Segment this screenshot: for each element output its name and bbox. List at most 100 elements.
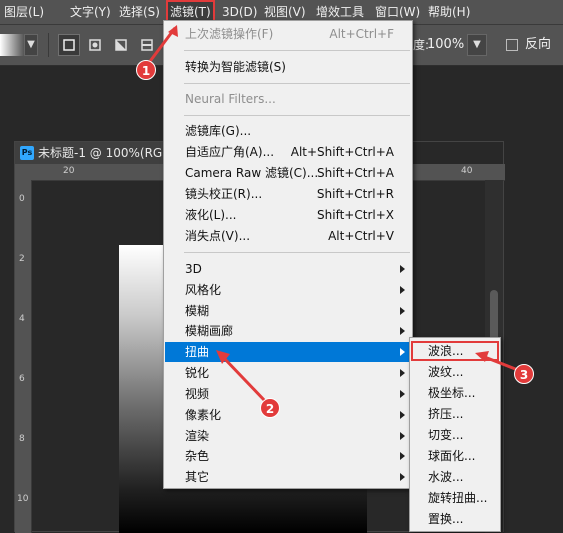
- callout-badge-3: 3: [514, 364, 534, 384]
- menu-select[interactable]: 选择(S): [115, 0, 164, 24]
- submenu-item-polar-coordinates[interactable]: 极坐标...: [411, 383, 499, 403]
- submenu-item-twirl[interactable]: 旋转扭曲...: [411, 488, 499, 508]
- ruler-label: 2: [19, 254, 25, 264]
- menu-item-sharpen[interactable]: 锐化: [165, 363, 411, 383]
- menu-help[interactable]: 帮助(H): [424, 0, 474, 24]
- submenu-item-label: 切变...: [428, 428, 464, 442]
- menu-item-label: 液化(L)...: [185, 208, 237, 222]
- menu-item-label: 3D: [185, 262, 202, 276]
- ruler-label: 40: [461, 166, 473, 176]
- menu-item-other[interactable]: 其它: [165, 467, 411, 487]
- menu-item-label: Neural Filters...: [185, 92, 276, 106]
- radial-gradient-button[interactable]: [84, 34, 106, 56]
- submenu-arrow-icon: [400, 307, 405, 315]
- callout-badge-2: 2: [260, 398, 280, 418]
- menu-item-label: 视频: [185, 387, 210, 401]
- gradient-dropdown-icon[interactable]: ▼: [24, 34, 38, 56]
- submenu-item-ripple[interactable]: 波纹...: [411, 362, 499, 382]
- menu-item-vanishing-point[interactable]: 消失点(V)... Alt+Ctrl+V: [165, 226, 411, 246]
- submenu-item-label: 极坐标...: [428, 386, 476, 400]
- menu-separator: [184, 115, 410, 116]
- ruler-label: 4: [19, 314, 25, 324]
- menu-item-label: 杂色: [185, 449, 210, 463]
- menu-item-noise[interactable]: 杂色: [165, 446, 411, 466]
- submenu-item-zigzag[interactable]: 水波...: [411, 467, 499, 487]
- divider: [48, 33, 49, 57]
- submenu-arrow-icon: [400, 265, 405, 273]
- linear-gradient-icon: [63, 39, 75, 51]
- menu-item-label: 其它: [185, 470, 210, 484]
- filter-menu: 上次滤镜操作(F) Alt+Ctrl+F 转换为智能滤镜(S) Neural F…: [163, 20, 413, 489]
- submenu-item-displace[interactable]: 置换...: [411, 509, 499, 529]
- ruler-label: 0: [19, 194, 25, 204]
- menu-item-label: 自适应广角(A)...: [185, 145, 275, 159]
- ruler-label: 8: [19, 434, 25, 444]
- menu-item-label: 扭曲: [185, 345, 210, 359]
- menu-item-lens-correction[interactable]: 镜头校正(R)... Shift+Ctrl+R: [165, 184, 411, 204]
- menu-item-3d[interactable]: 3D: [165, 259, 411, 279]
- menu-item-stylize[interactable]: 风格化: [165, 280, 411, 300]
- ruler-label: 6: [19, 374, 25, 384]
- submenu-arrow-icon: [400, 390, 405, 398]
- document-title: 未标题-1 @ 100%(RGB: [38, 146, 171, 160]
- menu-item-last-filter[interactable]: 上次滤镜操作(F) Alt+Ctrl+F: [165, 24, 411, 44]
- menu-item-shortcut: Alt+Ctrl+V: [328, 229, 394, 243]
- menu-item-render[interactable]: 渲染: [165, 426, 411, 446]
- menu-item-video[interactable]: 视频: [165, 384, 411, 404]
- submenu-item-shear[interactable]: 切变...: [411, 425, 499, 445]
- submenu-item-label: 球面化...: [428, 449, 476, 463]
- ruler-left: 0 2 4 6 8 10: [15, 180, 32, 533]
- menu-item-label: 风格化: [185, 283, 222, 297]
- opacity-dropdown-icon[interactable]: ▼: [467, 34, 487, 56]
- menu-item-distort[interactable]: 扭曲: [165, 342, 411, 362]
- ruler-label: 10: [17, 494, 29, 504]
- reflected-gradient-button[interactable]: [136, 34, 158, 56]
- gradient-swatch[interactable]: [0, 34, 24, 56]
- menu-item-camera-raw[interactable]: Camera Raw 滤镜(C)... Shift+Ctrl+A: [165, 163, 411, 183]
- menu-item-liquify[interactable]: 液化(L)... Shift+Ctrl+X: [165, 205, 411, 225]
- linear-gradient-button[interactable]: [58, 34, 80, 56]
- reverse-label: 反向: [525, 37, 552, 52]
- submenu-item-label: 置换...: [428, 512, 464, 526]
- document-tab[interactable]: Ps 未标题-1 @ 100%(RGB: [15, 142, 181, 164]
- angle-gradient-button[interactable]: [110, 34, 132, 56]
- callout-badge-1: 1: [136, 60, 156, 80]
- menu-item-shortcut: Alt+Shift+Ctrl+A: [290, 145, 394, 159]
- reverse-checkbox[interactable]: [506, 39, 518, 51]
- menu-item-label: 渲染: [185, 429, 210, 443]
- angle-gradient-icon: [115, 39, 127, 51]
- menu-type[interactable]: 文字(Y): [66, 0, 115, 24]
- opacity-input[interactable]: 100%: [427, 34, 465, 56]
- distort-submenu: 波浪... 波纹... 极坐标... 挤压... 切变... 球面化... 水波…: [409, 337, 501, 532]
- menu-item-pixelate[interactable]: 像素化: [165, 405, 411, 425]
- submenu-arrow-icon: [400, 411, 405, 419]
- submenu-item-wave[interactable]: 波浪...: [411, 341, 499, 361]
- menu-item-label: 上次滤镜操作(F): [185, 27, 274, 41]
- menu-item-label: 像素化: [185, 408, 222, 422]
- menu-item-filter-gallery[interactable]: 滤镜库(G)...: [165, 121, 411, 141]
- menu-item-label: 锐化: [185, 366, 210, 380]
- ruler-label: 20: [63, 166, 75, 176]
- menu-item-label: Camera Raw 滤镜(C)...: [185, 166, 319, 180]
- menu-item-label: 消失点(V)...: [185, 229, 251, 243]
- menu-layer[interactable]: 图层(L): [0, 0, 48, 24]
- menu-item-blur[interactable]: 模糊: [165, 301, 411, 321]
- menu-item-smart-filter[interactable]: 转换为智能滤镜(S): [165, 57, 411, 77]
- submenu-item-pinch[interactable]: 挤压...: [411, 404, 499, 424]
- menu-item-neural-filters[interactable]: Neural Filters...: [165, 89, 411, 109]
- menu-item-shortcut: Alt+Ctrl+F: [329, 27, 394, 41]
- submenu-arrow-icon: [400, 348, 405, 356]
- menu-item-shortcut: Shift+Ctrl+A: [317, 166, 394, 180]
- menu-item-label: 转换为智能滤镜(S): [185, 60, 286, 74]
- menu-item-shortcut: Shift+Ctrl+X: [317, 208, 394, 222]
- reflected-gradient-icon: [141, 39, 153, 51]
- menu-item-blur-gallery[interactable]: 模糊画廊: [165, 321, 411, 341]
- submenu-arrow-icon: [400, 286, 405, 294]
- menu-item-label: 滤镜库(G)...: [185, 124, 252, 138]
- submenu-arrow-icon: [400, 452, 405, 460]
- submenu-item-spherize[interactable]: 球面化...: [411, 446, 499, 466]
- submenu-item-label: 波纹...: [428, 365, 464, 379]
- menu-item-adaptive-wide-angle[interactable]: 自适应广角(A)... Alt+Shift+Ctrl+A: [165, 142, 411, 162]
- menu-item-label: 模糊画廊: [185, 324, 234, 338]
- submenu-arrow-icon: [400, 432, 405, 440]
